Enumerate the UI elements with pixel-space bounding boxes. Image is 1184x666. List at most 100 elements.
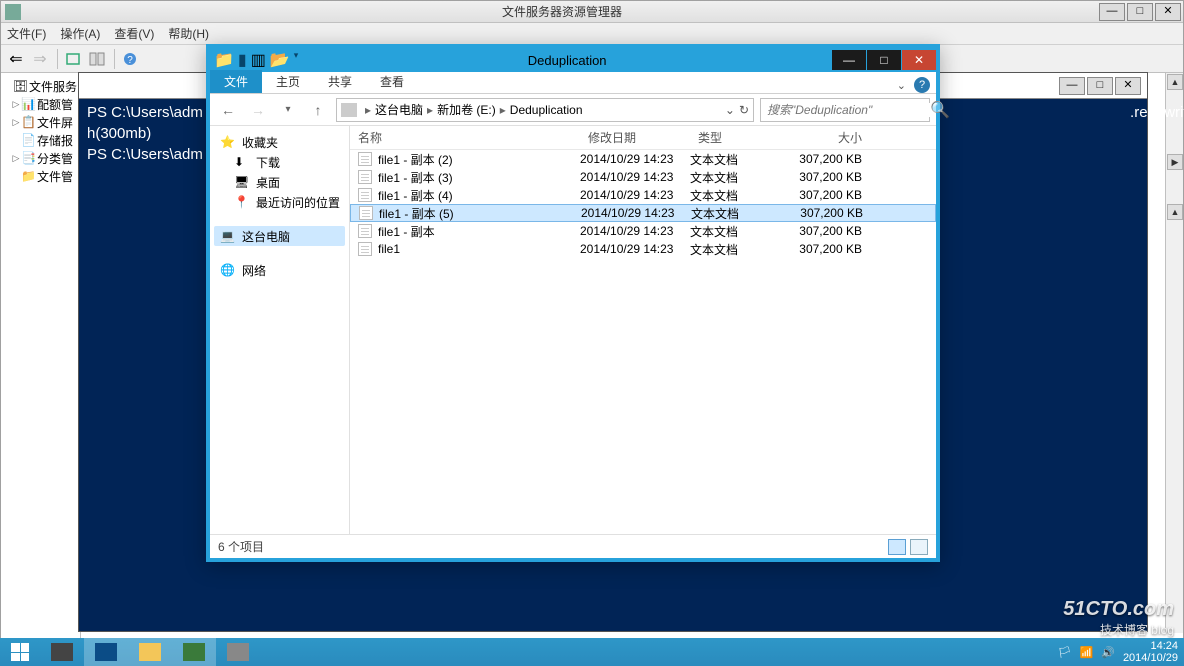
- file-row[interactable]: file1 - 副本 (2)2014/10/29 14:23文本文档307,20…: [350, 150, 936, 168]
- menu-action[interactable]: 操作(A): [60, 25, 100, 42]
- file-name: file1 - 副本 (5): [379, 205, 454, 222]
- dropdown-icon[interactable]: ▾: [294, 50, 299, 70]
- nav-recent-icon[interactable]: ▾: [276, 98, 300, 122]
- minimize-button[interactable]: —: [1099, 3, 1125, 21]
- nav-network[interactable]: 🌐网络: [214, 260, 345, 280]
- task-server-manager[interactable]: [40, 638, 84, 666]
- text-file-icon: [358, 242, 372, 256]
- text-file-icon: [358, 224, 372, 238]
- nav-back-icon[interactable]: ⇐: [5, 48, 27, 70]
- minimize-button[interactable]: —: [832, 50, 866, 70]
- nav-this-pc[interactable]: 💻这台电脑: [214, 226, 345, 246]
- view-large-icon[interactable]: [910, 539, 928, 555]
- text-file-icon: [358, 188, 372, 202]
- nav-favorites[interactable]: ⭐收藏夹: [214, 132, 345, 152]
- address-dropdown-icon[interactable]: ⌄: [725, 103, 735, 117]
- nav-back-icon[interactable]: ←: [216, 98, 240, 122]
- explorer-title: Deduplication: [302, 53, 832, 68]
- new-folder-icon[interactable]: 📂: [270, 50, 290, 70]
- help-icon[interactable]: ?: [119, 48, 141, 70]
- task-explorer[interactable]: [128, 638, 172, 666]
- refresh-icon[interactable]: ↻: [739, 103, 749, 117]
- text-file-icon: [358, 152, 372, 166]
- file-row[interactable]: file1 - 副本 (3)2014/10/29 14:23文本文档307,20…: [350, 168, 936, 186]
- text-file-icon: [359, 206, 373, 220]
- file-name: file1 - 副本 (4): [378, 187, 453, 204]
- taskbar: 🏳 📶 🔊 14:24 2014/10/29: [0, 638, 1184, 666]
- start-button[interactable]: [0, 638, 40, 666]
- breadcrumb-pc[interactable]: 这台电脑: [375, 101, 423, 118]
- task-unknown[interactable]: [216, 638, 260, 666]
- file-type: 文本文档: [690, 241, 780, 258]
- svg-text:?: ?: [127, 55, 133, 66]
- help-icon[interactable]: ?: [914, 77, 930, 93]
- toolbar-btn-2[interactable]: [86, 48, 108, 70]
- tray-sound-icon[interactable]: 🔊: [1101, 646, 1115, 659]
- maximize-button[interactable]: □: [1127, 3, 1153, 21]
- file-row[interactable]: file12014/10/29 14:23文本文档307,200 KB: [350, 240, 936, 258]
- tray-flag-icon[interactable]: 🏳: [1058, 646, 1072, 659]
- search-icon[interactable]: 🔍: [930, 100, 950, 120]
- tree-item[interactable]: ▷📋文件屏: [3, 113, 78, 131]
- col-date[interactable]: 修改日期: [580, 129, 690, 146]
- file-size: 307,200 KB: [780, 224, 870, 238]
- tree-item[interactable]: 📁文件管: [3, 167, 78, 185]
- ribbon-tab-file[interactable]: 文件: [210, 70, 262, 93]
- close-button[interactable]: ✕: [1155, 3, 1181, 21]
- file-date: 2014/10/29 14:23: [580, 242, 690, 256]
- address-bar[interactable]: ▸ 这台电脑 ▸ 新加卷 (E:) ▸ Deduplication ⌄ ↻: [336, 98, 754, 122]
- col-name[interactable]: 名称: [350, 129, 580, 146]
- menu-help[interactable]: 帮助(H): [168, 25, 209, 42]
- maximize-button[interactable]: □: [867, 50, 901, 70]
- breadcrumb-folder[interactable]: Deduplication: [510, 103, 583, 117]
- nav-desktop[interactable]: 🖥桌面: [214, 172, 345, 192]
- scroll-expand-icon[interactable]: ▶: [1167, 154, 1183, 170]
- folder-icon: 📁: [214, 50, 234, 70]
- nav-downloads[interactable]: ⬇下载: [214, 152, 345, 172]
- close-button[interactable]: ✕: [1115, 77, 1141, 95]
- nav-recent[interactable]: 📍最近访问的位置: [214, 192, 345, 212]
- maximize-button[interactable]: □: [1087, 77, 1113, 95]
- col-size[interactable]: 大小: [780, 129, 870, 146]
- tree-item[interactable]: ▷📑分类管: [3, 149, 78, 167]
- tree-root[interactable]: 🗄文件服务: [3, 77, 78, 95]
- properties-icon[interactable]: ▥: [251, 50, 266, 70]
- scroll-up-icon[interactable]: ▲: [1167, 74, 1183, 90]
- nav-up-icon[interactable]: ↑: [306, 98, 330, 122]
- col-type[interactable]: 类型: [690, 129, 780, 146]
- ribbon-tab-view[interactable]: 查看: [366, 70, 418, 93]
- view-details-icon[interactable]: [888, 539, 906, 555]
- task-powershell[interactable]: [84, 638, 128, 666]
- file-row[interactable]: file1 - 副本2014/10/29 14:23文本文档307,200 KB: [350, 222, 936, 240]
- tray-network-icon[interactable]: 📶: [1080, 646, 1094, 659]
- scroll-down-icon[interactable]: ▲: [1167, 204, 1183, 220]
- breadcrumb-drive[interactable]: 新加卷 (E:): [437, 101, 496, 118]
- tray-clock[interactable]: 14:24 2014/10/29: [1123, 640, 1178, 664]
- close-button[interactable]: ✕: [902, 50, 936, 70]
- system-tray[interactable]: 🏳 📶 🔊 14:24 2014/10/29: [1052, 638, 1184, 666]
- toolbar-btn-1[interactable]: [62, 48, 84, 70]
- right-pane-scrollbar[interactable]: ▲ ▶ ▲: [1165, 73, 1183, 633]
- menu-view[interactable]: 查看(V): [114, 25, 154, 42]
- nav-fwd-icon[interactable]: ⇒: [29, 48, 51, 70]
- minimize-button[interactable]: —: [1059, 77, 1085, 95]
- ribbon-expand-icon[interactable]: ⌄: [897, 79, 906, 92]
- file-size: 307,200 KB: [781, 206, 871, 220]
- fsrm-tree[interactable]: 🗄文件服务 ▷📊配额管 ▷📋文件屏 📄存储报 ▷📑分类管 📁文件管: [1, 73, 81, 639]
- search-box[interactable]: 🔍: [760, 98, 930, 122]
- menu-file[interactable]: 文件(F): [7, 25, 46, 42]
- search-input[interactable]: [761, 103, 930, 117]
- nav-fwd-icon[interactable]: →: [246, 98, 270, 122]
- file-row[interactable]: file1 - 副本 (5)2014/10/29 14:23文本文档307,20…: [350, 204, 936, 222]
- star-icon: ⭐: [220, 135, 236, 149]
- file-row[interactable]: file1 - 副本 (4)2014/10/29 14:23文本文档307,20…: [350, 186, 936, 204]
- ribbon-tab-home[interactable]: 主页: [262, 70, 314, 93]
- tree-item[interactable]: ▷📊配额管: [3, 95, 78, 113]
- file-name: file1 - 副本: [378, 223, 435, 240]
- explorer-titlebar[interactable]: 📁 ▮ ▥ 📂 ▾ Deduplication — □ ✕: [210, 48, 936, 72]
- task-fsrm[interactable]: [172, 638, 216, 666]
- ribbon-tab-share[interactable]: 共享: [314, 70, 366, 93]
- column-headers[interactable]: 名称 修改日期 类型 大小: [350, 126, 936, 150]
- fsrm-titlebar[interactable]: 文件服务器资源管理器 — □ ✕: [1, 1, 1183, 23]
- tree-item[interactable]: 📄存储报: [3, 131, 78, 149]
